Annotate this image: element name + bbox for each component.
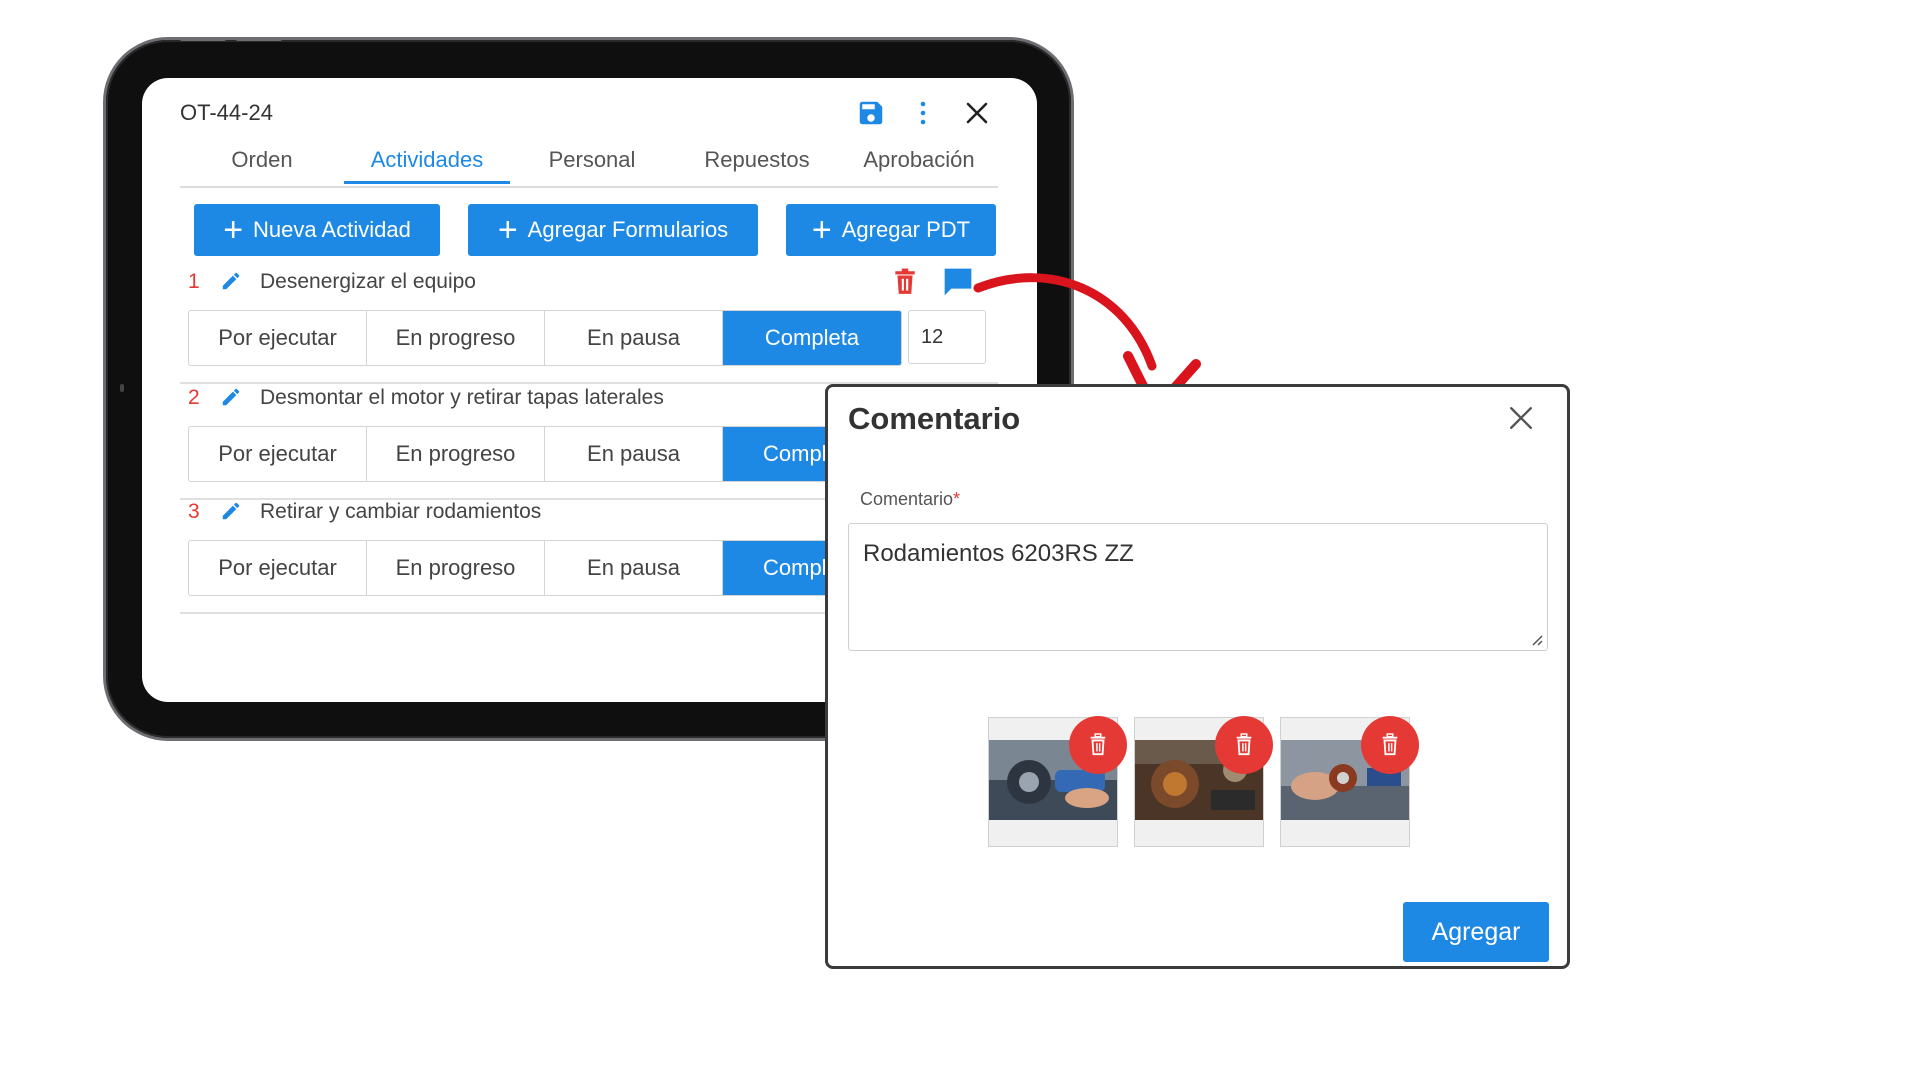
- required-mark: *: [953, 489, 961, 509]
- comment-modal: Comentario Comentario* Rodamientos 6203R…: [825, 384, 1570, 969]
- activity-number: 2: [188, 386, 200, 409]
- activity-title: Desmontar el motor y retirar tapas later…: [260, 386, 664, 409]
- activity-header: 1 Desenergizar el equipo: [180, 266, 998, 298]
- tab-bar: Orden Actividades Personal Repuestos Apr…: [180, 140, 998, 188]
- trash-icon: [1236, 733, 1252, 756]
- trash-icon[interactable]: [892, 268, 920, 296]
- status-selector: Por ejecutar En progreso En pausa Compl: [188, 426, 902, 482]
- status-en-progreso[interactable]: En progreso: [367, 427, 545, 481]
- status-selector: Por ejecutar En progreso En pausa Compl: [188, 540, 902, 596]
- activity-title: Retirar y cambiar rodamientos: [260, 500, 542, 523]
- add-pdt-button[interactable]: + Agregar PDT: [786, 204, 996, 256]
- new-activity-label: Nueva Actividad: [253, 217, 411, 242]
- status-por-ejecutar[interactable]: Por ejecutar: [189, 427, 367, 481]
- activity-title: Desenergizar el equipo: [260, 270, 476, 293]
- status-selector: Por ejecutar En progreso En pausa Comple…: [188, 310, 902, 366]
- activity-number: 1: [188, 270, 200, 293]
- tablet-button-top-2: [236, 37, 282, 41]
- tab-personal[interactable]: Personal: [510, 140, 674, 184]
- photo-thumbnail[interactable]: [988, 716, 1127, 847]
- status-por-ejecutar[interactable]: Por ejecutar: [189, 541, 367, 595]
- more-vertical-icon[interactable]: [906, 96, 940, 130]
- status-completa[interactable]: Completa: [723, 311, 901, 365]
- status-en-progreso[interactable]: En progreso: [367, 311, 545, 365]
- photo-thumbnail[interactable]: [1134, 716, 1273, 847]
- status-en-pausa[interactable]: En pausa: [545, 311, 723, 365]
- resize-grip-icon[interactable]: [1529, 632, 1543, 646]
- activity-number: 3: [188, 500, 200, 523]
- tab-repuestos[interactable]: Repuestos: [674, 140, 840, 184]
- plus-icon: +: [497, 211, 518, 249]
- pencil-icon[interactable]: [220, 386, 242, 408]
- pencil-icon[interactable]: [220, 270, 242, 292]
- tab-actividades[interactable]: Actividades: [344, 140, 510, 184]
- comment-text: Rodamientos 6203RS ZZ: [863, 540, 1134, 567]
- delete-photo-button[interactable]: [1361, 716, 1419, 774]
- tablet-side-sensor: [120, 384, 124, 392]
- order-code: OT-44-24: [180, 100, 273, 125]
- new-activity-button[interactable]: + Nueva Actividad: [194, 204, 440, 256]
- comment-label-text: Comentario: [860, 489, 954, 509]
- tab-aprobacion[interactable]: Aprobación: [840, 140, 998, 184]
- close-icon[interactable]: [1508, 405, 1540, 437]
- delete-photo-button[interactable]: [1215, 716, 1273, 774]
- tab-orden[interactable]: Orden: [180, 140, 344, 184]
- tablet-button-top-1: [180, 37, 226, 41]
- add-comment-button[interactable]: Agregar: [1403, 902, 1549, 962]
- photo-thumbnail[interactable]: [1280, 716, 1419, 847]
- modal-title: Comentario: [848, 401, 1021, 436]
- add-forms-button[interactable]: + Agregar Formularios: [468, 204, 758, 256]
- status-en-progreso[interactable]: En progreso: [367, 541, 545, 595]
- comment-field-label: Comentario*: [860, 489, 960, 510]
- delete-photo-button[interactable]: [1069, 716, 1127, 774]
- plus-icon: +: [811, 211, 832, 249]
- plus-icon: +: [223, 211, 244, 249]
- trash-icon: [1382, 733, 1398, 756]
- add-pdt-label: Agregar PDT: [841, 217, 971, 242]
- pencil-icon[interactable]: [220, 500, 242, 522]
- status-en-pausa[interactable]: En pausa: [545, 427, 723, 481]
- status-en-pausa[interactable]: En pausa: [545, 541, 723, 595]
- comment-textarea[interactable]: Rodamientos 6203RS ZZ: [848, 523, 1548, 651]
- save-icon[interactable]: [854, 96, 888, 130]
- add-forms-label: Agregar Formularios: [527, 217, 729, 242]
- close-icon[interactable]: [960, 96, 994, 130]
- status-por-ejecutar[interactable]: Por ejecutar: [189, 311, 367, 365]
- trash-icon: [1090, 733, 1106, 756]
